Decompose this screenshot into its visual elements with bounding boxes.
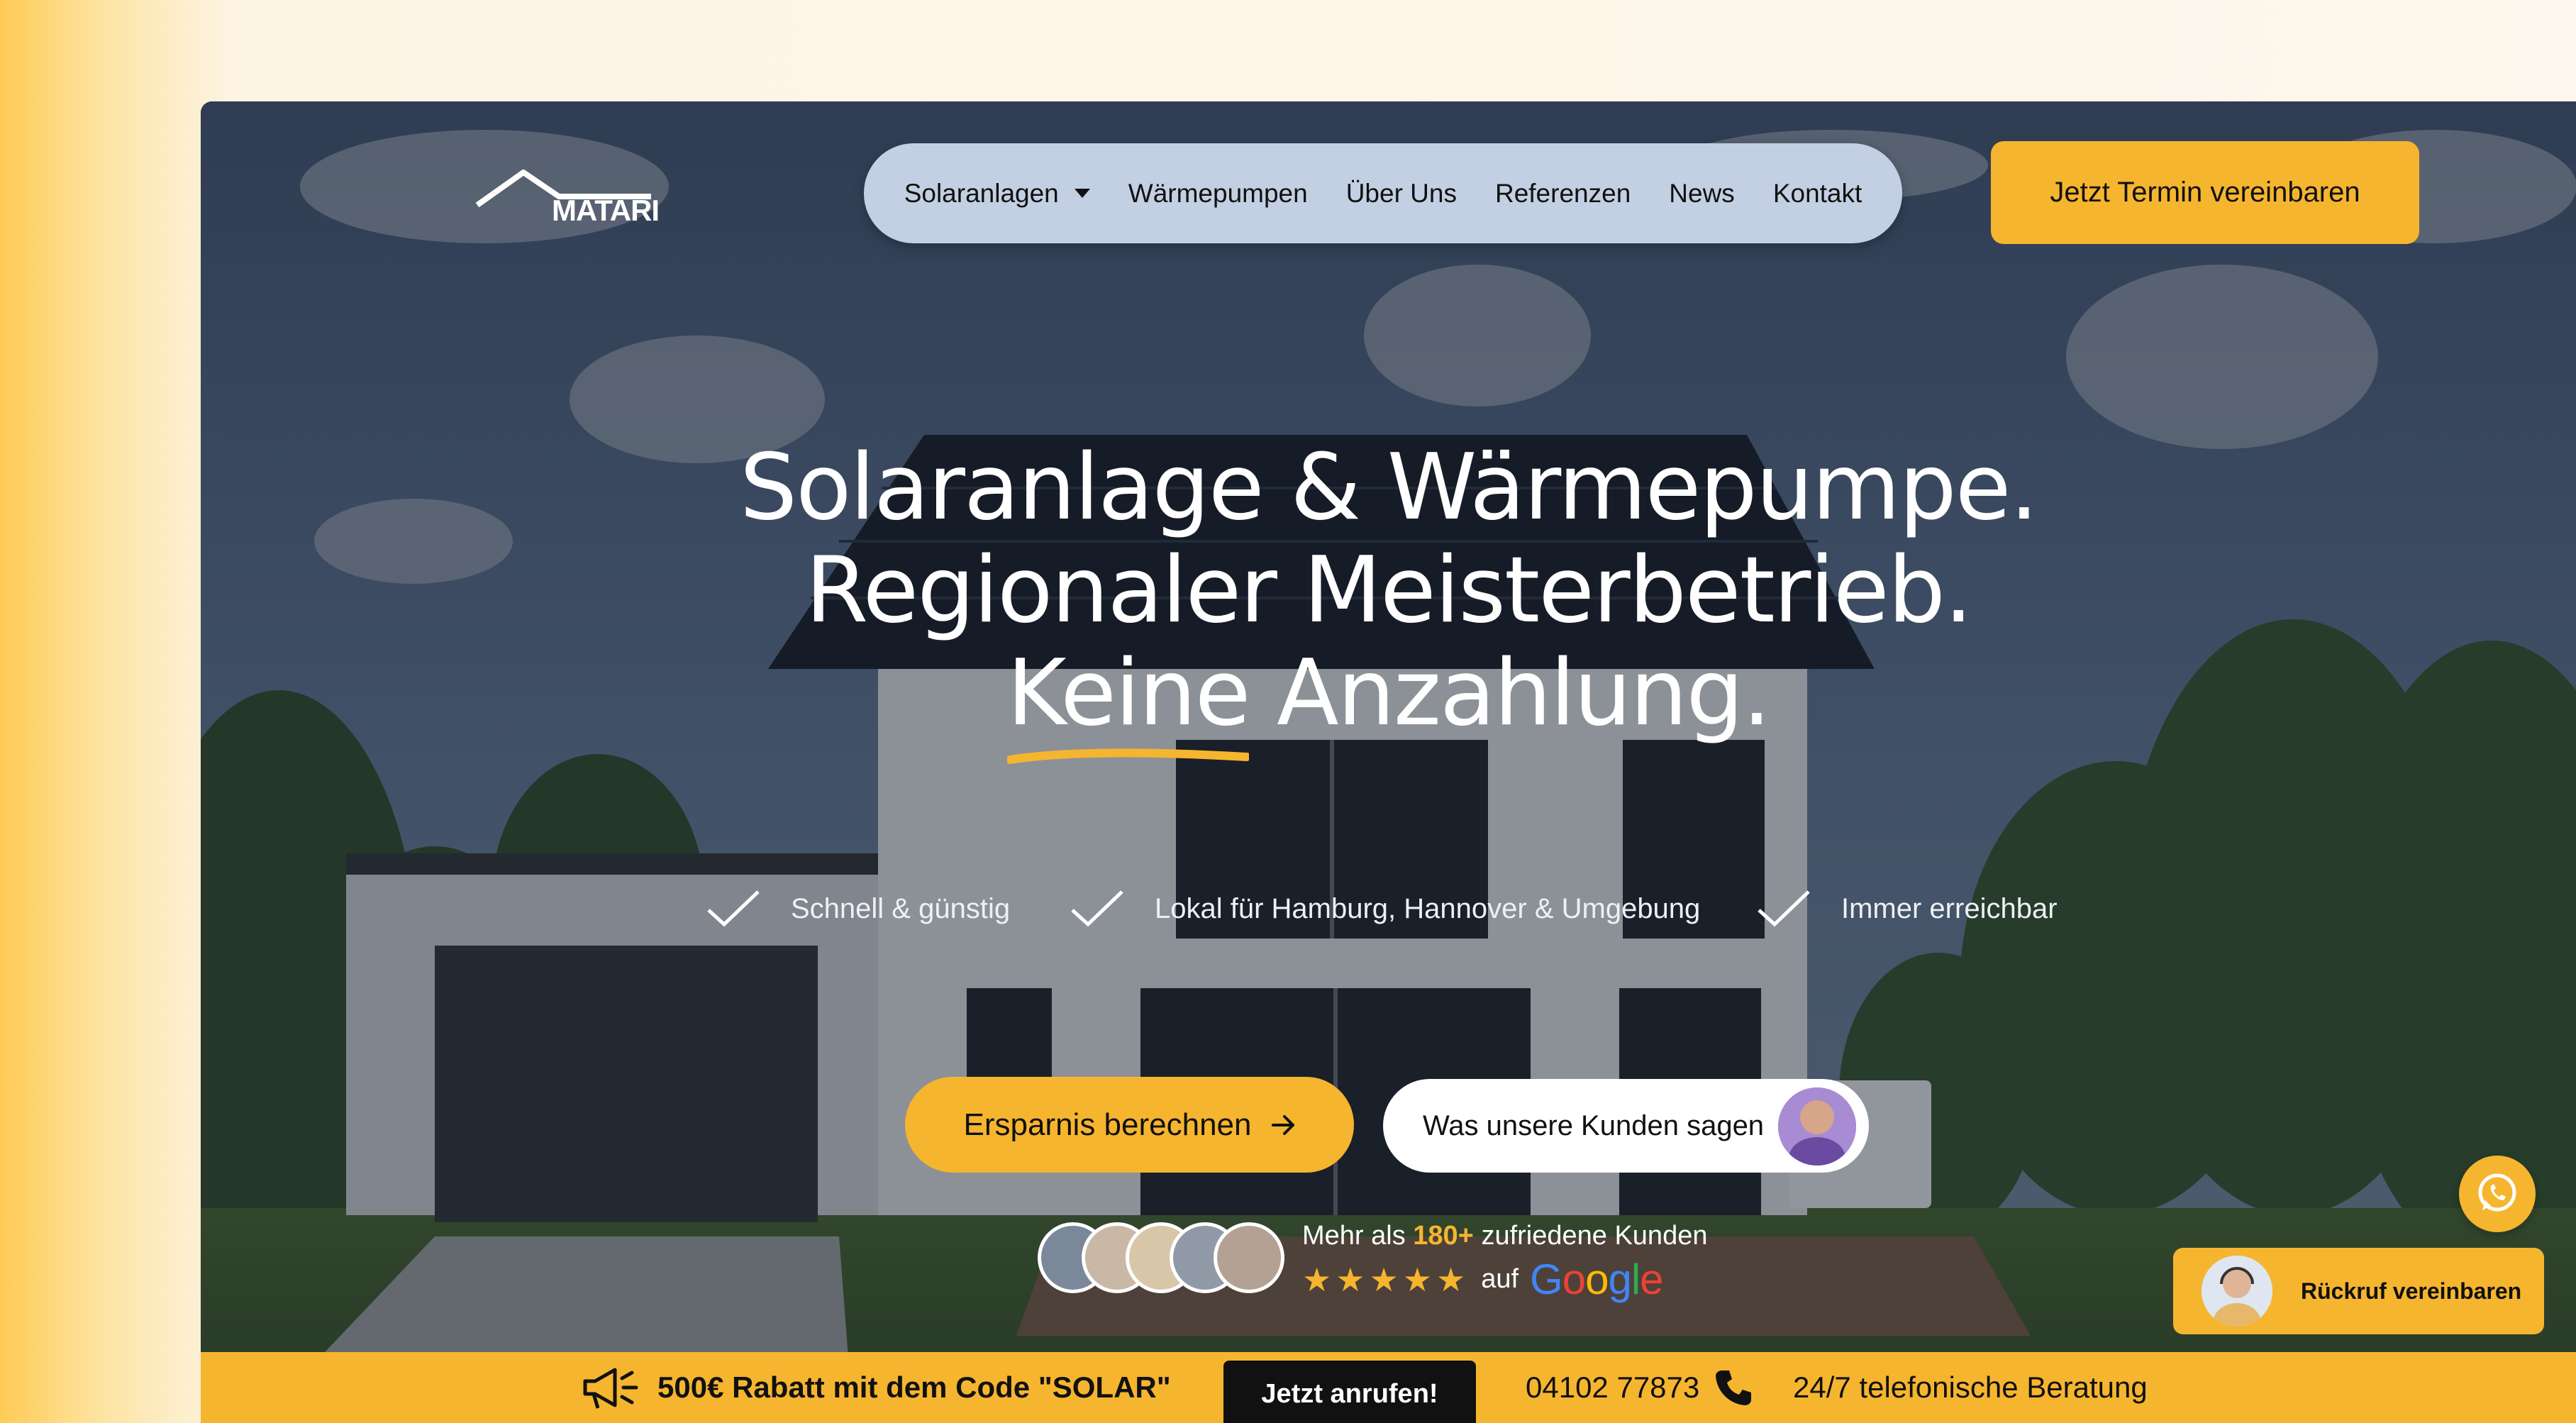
nav-item-label: Über Uns bbox=[1345, 178, 1457, 208]
nav-item-solaranlagen[interactable]: Solaranlagen bbox=[904, 179, 1090, 209]
book-appointment-button[interactable]: Jetzt Termin vereinbaren bbox=[1991, 141, 2419, 244]
highlight-underline-icon bbox=[1006, 748, 1250, 764]
promo-code: 500€ Rabatt mit dem Code "SOLAR" bbox=[581, 1352, 1171, 1423]
nav-item-ueber-uns[interactable]: Über Uns bbox=[1346, 179, 1457, 209]
promo-text: 500€ Rabatt mit dem Code "SOLAR" bbox=[657, 1371, 1171, 1404]
hero-headline-line-3-rest: Anzahlung. bbox=[1249, 641, 1771, 746]
customer-count-suffix: zufriedene Kunden bbox=[1481, 1221, 1708, 1251]
nav-item-kontakt[interactable]: Kontakt bbox=[1773, 179, 1862, 209]
phone-advice-text: 24/7 telefonische Beratung bbox=[1793, 1371, 2148, 1404]
callback-label: Rückruf vereinbaren bbox=[2301, 1278, 2522, 1304]
nav-item-label: Wärmepumpen bbox=[1128, 178, 1308, 208]
logo-text[interactable]: MATARI bbox=[552, 194, 660, 228]
nav-item-waermepumpen[interactable]: Wärmepumpen bbox=[1128, 179, 1308, 209]
checkmark-icon bbox=[1758, 890, 1810, 927]
calculate-savings-label: Ersparnis berechnen bbox=[963, 1107, 1252, 1142]
nav-item-news[interactable]: News bbox=[1669, 179, 1735, 209]
whatsapp-icon bbox=[2478, 1173, 2516, 1212]
phone-number: 04102 77873 bbox=[1526, 1371, 1700, 1404]
feature-label: Lokal für Hamburg, Hannover & Umgebung bbox=[1155, 892, 1701, 924]
hero-headline-line-2: Regionaler Meisterbetrieb. bbox=[805, 538, 1972, 643]
google-logo: Google bbox=[1530, 1256, 1664, 1303]
customer-count: 180+ bbox=[1413, 1221, 1474, 1251]
call-now-button[interactable]: Jetzt anrufen! bbox=[1223, 1361, 1476, 1423]
hero-headline-line-3: Keine Anzahlung. bbox=[201, 641, 2576, 764]
megaphone-icon bbox=[583, 1368, 638, 1409]
nav-item-referenzen[interactable]: Referenzen bbox=[1495, 179, 1631, 209]
promo-bar: 500€ Rabatt mit dem Code "SOLAR" Jetzt a… bbox=[201, 1352, 2576, 1423]
callback-button[interactable]: Rückruf vereinbaren bbox=[2173, 1248, 2544, 1334]
customer-count-prefix: Mehr als bbox=[1302, 1221, 1406, 1251]
checkmark-icon bbox=[1071, 890, 1123, 927]
phone-icon bbox=[1716, 1371, 1752, 1405]
browser-viewport: MATARI Solaranlagen Wärmepumpen Über Uns… bbox=[201, 101, 2576, 1423]
feature-label: Immer erreichbar bbox=[1841, 892, 2058, 924]
customer-reviews-label: Was unsere Kunden sagen bbox=[1423, 1109, 1765, 1141]
rating-word: auf bbox=[1481, 1264, 1519, 1294]
rating-stars-icon: ★★★★★ bbox=[1302, 1261, 1470, 1298]
arrow-right-icon bbox=[1271, 1114, 1294, 1135]
customer-reviews-button[interactable]: Was unsere Kunden sagen bbox=[1383, 1079, 1869, 1173]
feature-label: Schnell & günstig bbox=[791, 892, 1011, 924]
chevron-down-icon bbox=[1074, 189, 1090, 198]
nav-item-label: News bbox=[1669, 178, 1735, 208]
highlighted-word-text: Keine bbox=[1006, 641, 1251, 746]
agent-avatar bbox=[2202, 1256, 2272, 1327]
nav-item-label: Solaranlagen bbox=[904, 178, 1059, 208]
checkmark-icon bbox=[707, 890, 760, 927]
headset-agent-icon bbox=[2202, 1256, 2272, 1327]
nav-item-label: Referenzen bbox=[1494, 178, 1631, 208]
google-rating: ★★★★★ auf Google bbox=[1302, 1255, 1664, 1304]
calculate-savings-button[interactable]: Ersparnis berechnen bbox=[905, 1077, 1354, 1173]
whatsapp-button[interactable] bbox=[2459, 1156, 2536, 1232]
feature-local: Lokal für Hamburg, Hannover & Umgebung bbox=[1070, 889, 1700, 929]
phone-number-link[interactable]: 04102 77873 bbox=[1526, 1352, 1753, 1423]
customer-count-text: Mehr als 180+ zufriedene Kunden bbox=[1302, 1221, 1707, 1251]
customer-avatars bbox=[1038, 1222, 1293, 1296]
customer-avatar bbox=[1774, 1083, 1860, 1170]
highlighted-word: Keine bbox=[1006, 641, 1251, 764]
feature-always-reachable: Immer erreichbar bbox=[1756, 889, 2058, 929]
person-icon bbox=[1778, 1087, 1856, 1165]
feature-fast-cheap: Schnell & günstig bbox=[706, 889, 1010, 929]
nav-item-label: Kontakt bbox=[1772, 178, 1862, 208]
hero-headline-line-1: Solaranlage & Wärmepumpe. bbox=[739, 435, 2038, 541]
main-navigation: Solaranlagen Wärmepumpen Über Uns Refere… bbox=[864, 143, 1902, 243]
customer-avatar bbox=[1214, 1222, 1284, 1293]
